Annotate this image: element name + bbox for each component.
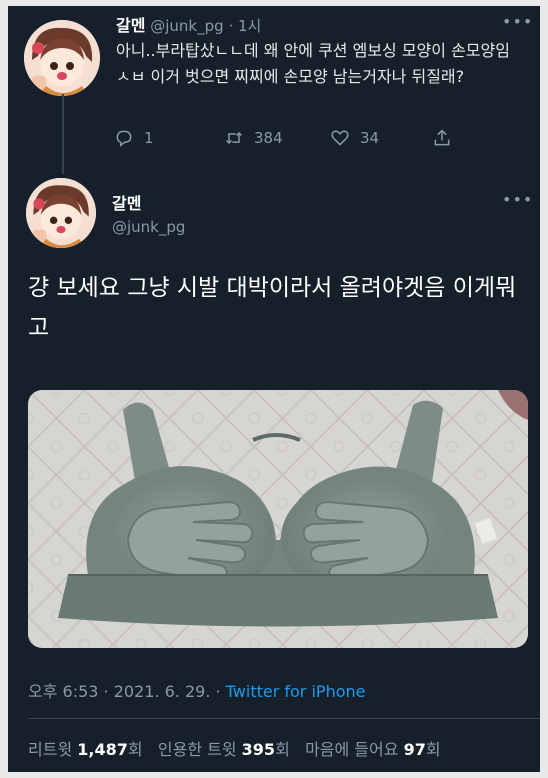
tweet-meta: 오후 6:53 · 2021. 6. 29. · Twitter for iPh…: [28, 678, 365, 702]
quotes-unit: 회: [275, 740, 290, 759]
separator-dot: ·: [215, 682, 226, 701]
reply-header: 갈멘 @junk_pg · 1시: [116, 12, 261, 36]
more-icon[interactable]: •••: [502, 12, 533, 31]
retweets-stat[interactable]: 리트윗 1,487회: [28, 740, 143, 759]
retweet-button[interactable]: 384: [224, 128, 283, 148]
source-link[interactable]: Twitter for iPhone: [226, 682, 366, 701]
likes-value: 97: [403, 740, 426, 759]
avatar[interactable]: [24, 20, 100, 96]
like-button[interactable]: 34: [330, 128, 379, 148]
avatar[interactable]: [26, 178, 96, 248]
more-icon[interactable]: •••: [502, 190, 533, 209]
reply-count: 1: [144, 129, 154, 147]
divider: [28, 718, 540, 719]
likes-unit: 회: [425, 740, 441, 759]
reply-button[interactable]: 1: [114, 128, 154, 148]
likes-label: 마음에 들어요: [305, 740, 399, 759]
quotes-value: 395: [241, 740, 276, 759]
main-tweet-text: 걍 보세요 그냥 시발 대박이라서 올려야겟음 이게뭐고: [28, 275, 517, 341]
thread-connector: [62, 94, 64, 174]
quotes-stat[interactable]: 인용한 트윗 395회: [158, 740, 290, 759]
main-author-name-row: 갈멘: [112, 190, 141, 214]
likes-stat[interactable]: 마음에 들어요 97회: [305, 740, 441, 759]
timestamp[interactable]: 오후 6:53 · 2021. 6. 29.: [28, 682, 210, 701]
author-name[interactable]: 갈멘: [116, 16, 145, 35]
share-icon: [434, 129, 450, 146]
author-name[interactable]: 갈멘: [112, 194, 141, 213]
like-icon: [331, 130, 349, 146]
retweets-label: 리트윗: [28, 740, 73, 759]
retweets-value: 1,487: [77, 740, 128, 759]
reply-tweet-text: 아니..부라탑샀ㄴㄴ데 왜 안에 쿠션 엠보싱 모양이 손모양임 ㅅㅂ 이거 벗…: [116, 41, 510, 86]
author-handle[interactable]: @junk_pg: [150, 17, 223, 35]
retweets-unit: 회: [127, 740, 143, 759]
tweet-photo[interactable]: [28, 390, 528, 648]
time-ago[interactable]: 1시: [238, 17, 261, 35]
quotes-label: 인용한 트윗: [157, 740, 237, 759]
tweet-thread: 갈멘 @junk_pg · 1시 ••• 아니..부라탑샀ㄴㄴ데 왜 안에 쿠션…: [8, 6, 540, 772]
reply-icon: [116, 130, 132, 148]
retweet-count: 384: [254, 129, 283, 147]
like-count: 34: [360, 129, 380, 147]
separator-dot: ·: [228, 17, 234, 35]
share-button[interactable]: [432, 128, 452, 148]
main-author-handle-row: @junk_pg: [112, 218, 185, 236]
tweet-stats: 리트윗 1,487회 인용한 트윗 395회 마음에 들어요 97회: [28, 736, 441, 760]
retweet-icon: [225, 131, 243, 145]
author-handle[interactable]: @junk_pg: [112, 218, 185, 236]
